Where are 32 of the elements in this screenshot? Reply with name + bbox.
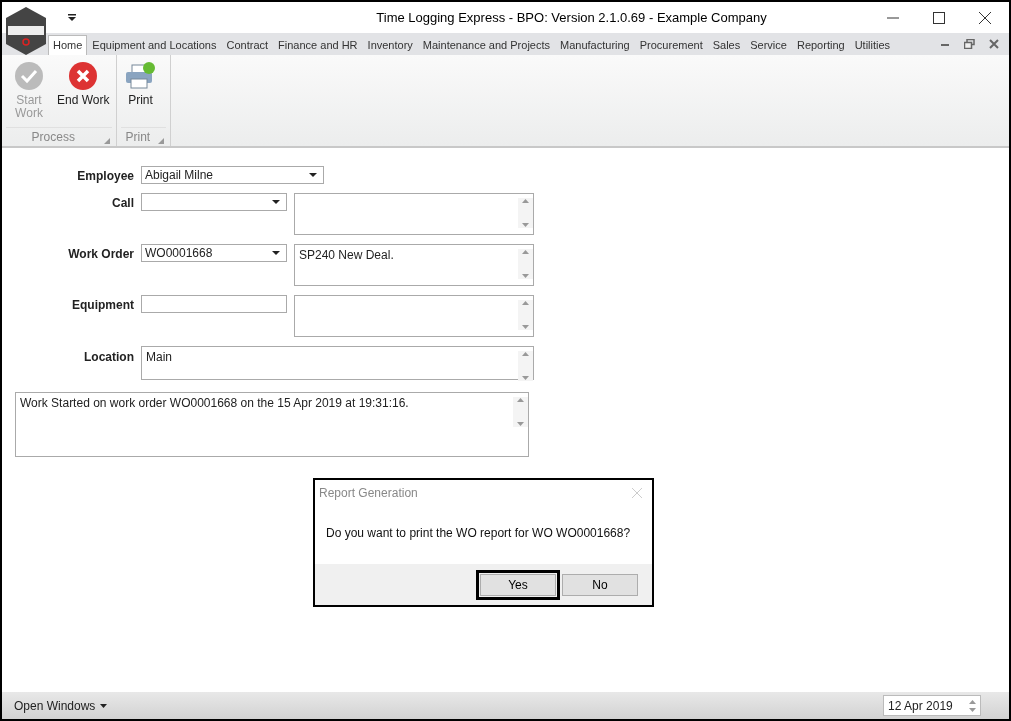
location-field[interactable]: Main (141, 346, 534, 380)
date-spin-field[interactable]: 12 Apr 2019 (883, 695, 981, 716)
activity-log-field: Work Started on work order WO0001668 on the 15 Apr 2019 at 19:31:16. (15, 392, 529, 457)
field-label: Equipment (71, 297, 134, 312)
group-label: Print (125, 130, 151, 144)
field-label: Call (111, 195, 134, 210)
ribbon-tab[interactable]: Finance and HR (273, 35, 363, 55)
ribbon-tab[interactable]: Reporting (791, 35, 850, 55)
ribbon-tab[interactable]: Contract (221, 35, 274, 55)
ribbon-tab[interactable]: Sales (707, 35, 746, 55)
employee-dropdown[interactable]: Abigail Milne (141, 166, 324, 184)
work-order-description-field[interactable]: SP240 New Deal. (294, 244, 534, 286)
ribbon-tab[interactable]: Home (48, 35, 88, 55)
ribbon-tab[interactable]: Manufacturing (555, 35, 635, 55)
ribbon-button[interactable]: End Work (54, 59, 113, 127)
work-order-dropdown[interactable]: WO0001668 (141, 244, 287, 262)
field-label: Location (83, 349, 134, 364)
field-label: Work Order (67, 246, 134, 261)
ribbon-tab[interactable]: Procurement (634, 35, 708, 55)
field-label: Employee (76, 168, 134, 183)
window-title: Time Logging Express - BPO: Version 2.1.0.69 - Example Company (375, 10, 768, 25)
group-label: Process (30, 130, 76, 144)
ribbon-tab[interactable]: Equipment and Locations (87, 35, 222, 55)
dialog-message: Do you want to print the WO report for WO WO0001668? (325, 525, 632, 542)
ribbon-button[interactable]: Print (121, 59, 160, 127)
ribbon-tab[interactable]: Utilities (849, 35, 896, 55)
open-windows-menu[interactable]: Open Windows (8, 697, 114, 714)
ribbon-tab[interactable]: Maintenance and Projects (417, 35, 555, 55)
ribbon-tab[interactable]: Service (745, 35, 792, 55)
dialog-button[interactable]: No (562, 573, 638, 596)
ribbon-tab[interactable]: Inventory (362, 35, 418, 55)
dialog-title: Report Generation (319, 486, 418, 500)
